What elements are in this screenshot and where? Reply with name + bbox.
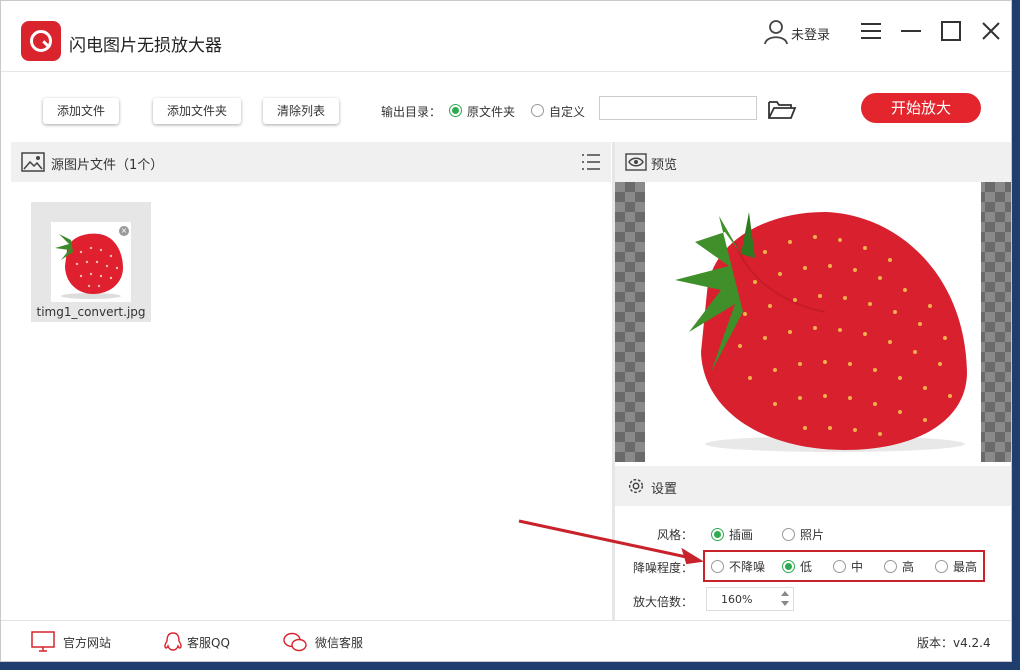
app-title: 闪电图片无损放大器 bbox=[69, 36, 222, 56]
label-noise-high[interactable]: 高 bbox=[902, 558, 914, 575]
qq-icon bbox=[164, 632, 182, 651]
list-view-icon[interactable] bbox=[581, 152, 601, 172]
radio-noise-highest[interactable] bbox=[935, 560, 948, 573]
official-website-text[interactable]: 官方网站 bbox=[63, 634, 111, 651]
stepper-up-icon[interactable] bbox=[781, 591, 789, 596]
source-files-header: 源图片文件（1个） bbox=[11, 142, 611, 182]
preview-header: 预览 bbox=[615, 142, 1011, 182]
folder-open-icon[interactable] bbox=[767, 98, 797, 120]
noise-label: 降噪程度： bbox=[633, 561, 694, 575]
radio-noise-low[interactable] bbox=[782, 560, 795, 573]
add-file-button[interactable]: 添加文件 bbox=[43, 98, 120, 124]
footer: 官方网站 客服QQ 微信客服 版本：v4.2.4 bbox=[1, 620, 1011, 661]
settings-title: 设置 bbox=[651, 482, 678, 497]
app-window: 闪电图片无损放大器 未登录 添加文件 添加文件夹 清除列表 输出目录： 原文件夹 bbox=[0, 0, 1012, 662]
wechat-icon bbox=[283, 632, 307, 652]
output-dir-label: 输出目录： bbox=[381, 105, 442, 119]
radio-noise-medium[interactable] bbox=[833, 560, 846, 573]
file-thumbnail[interactable]: × timg1_convert.jpg bbox=[31, 202, 151, 322]
strawberry-preview-icon bbox=[675, 212, 967, 452]
source-files-title: 源图片文件（1个） bbox=[51, 158, 164, 173]
preview-area bbox=[615, 182, 1011, 462]
label-noise-none[interactable]: 不降噪 bbox=[729, 558, 765, 575]
radio-style-illustration[interactable] bbox=[711, 528, 724, 541]
clear-list-button[interactable]: 清除列表 bbox=[263, 98, 340, 124]
gear-icon bbox=[628, 478, 644, 494]
style-label: 风格： bbox=[657, 528, 694, 542]
login-text[interactable]: 未登录 bbox=[791, 24, 830, 43]
radio-noise-high[interactable] bbox=[884, 560, 897, 573]
title-bar: 闪电图片无损放大器 未登录 bbox=[1, 1, 1011, 72]
radio-custom-folder[interactable] bbox=[531, 104, 544, 117]
label-noise-medium[interactable]: 中 bbox=[851, 558, 863, 575]
label-custom-folder[interactable]: 自定义 bbox=[549, 103, 585, 120]
start-enlarge-button[interactable]: 开始放大 bbox=[861, 93, 981, 123]
image-icon bbox=[21, 152, 45, 172]
file-list: × timg1_convert.jpg bbox=[11, 182, 611, 620]
close-icon[interactable] bbox=[979, 19, 1003, 43]
output-path-input[interactable] bbox=[599, 96, 757, 120]
monitor-icon bbox=[31, 631, 55, 652]
app-logo-icon bbox=[21, 21, 61, 61]
service-wechat-text[interactable]: 微信客服 bbox=[315, 634, 363, 651]
service-qq-text[interactable]: 客服QQ bbox=[187, 634, 230, 651]
settings-header: 设置 bbox=[615, 466, 1011, 506]
maximize-icon[interactable] bbox=[939, 19, 963, 43]
minimize-icon[interactable] bbox=[899, 19, 923, 43]
label-style-illustration[interactable]: 插画 bbox=[729, 526, 753, 543]
scale-stepper[interactable]: 160% bbox=[706, 587, 794, 611]
label-original-folder[interactable]: 原文件夹 bbox=[467, 103, 515, 120]
file-name: timg1_convert.jpg bbox=[36, 305, 146, 319]
version-text: 版本：v4.2.4 bbox=[917, 636, 991, 650]
toolbar: 添加文件 添加文件夹 清除列表 输出目录： 原文件夹 自定义 开始放大 bbox=[1, 72, 1011, 140]
radio-original-folder[interactable] bbox=[449, 104, 462, 117]
user-icon bbox=[764, 20, 788, 45]
radio-style-photo[interactable] bbox=[782, 528, 795, 541]
label-noise-low[interactable]: 低 bbox=[800, 558, 812, 575]
remove-file-icon[interactable]: × bbox=[119, 226, 129, 236]
stepper-down-icon[interactable] bbox=[781, 601, 789, 606]
menu-icon[interactable] bbox=[859, 19, 883, 43]
preview-title: 预览 bbox=[651, 158, 678, 173]
radio-noise-none[interactable] bbox=[711, 560, 724, 573]
scale-value[interactable]: 160% bbox=[721, 593, 752, 606]
label-style-photo[interactable]: 照片 bbox=[800, 526, 824, 543]
eye-icon bbox=[625, 153, 647, 171]
add-folder-button[interactable]: 添加文件夹 bbox=[153, 98, 242, 124]
preview-canvas bbox=[645, 182, 981, 462]
scale-label: 放大倍数： bbox=[633, 595, 694, 609]
label-noise-highest[interactable]: 最高 bbox=[953, 558, 977, 575]
